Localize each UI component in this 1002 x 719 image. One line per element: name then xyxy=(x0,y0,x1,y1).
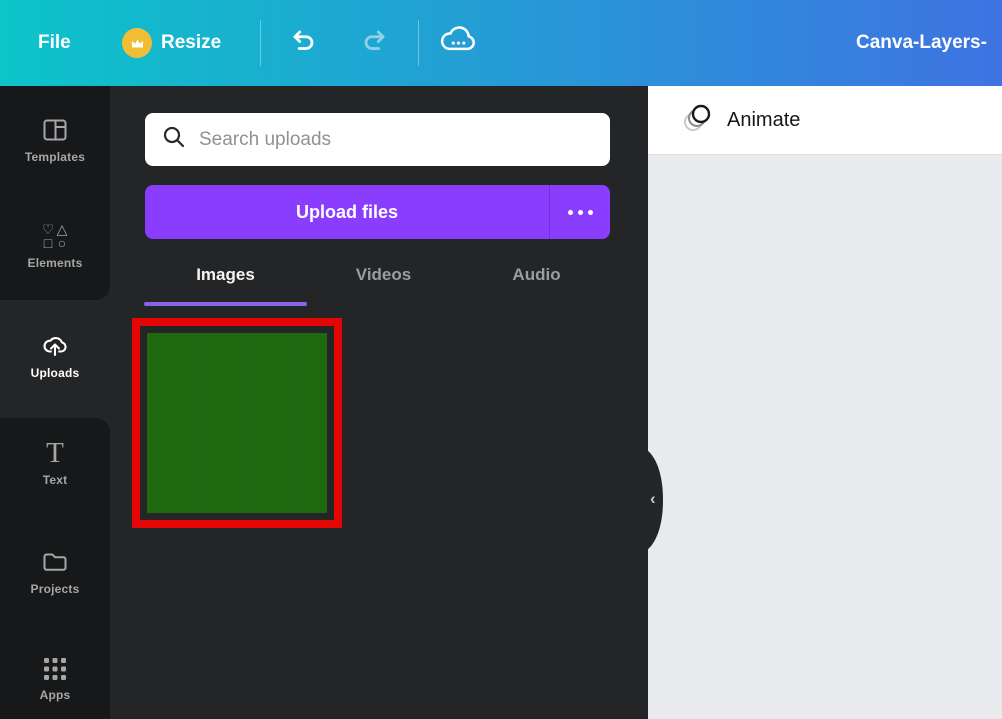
toolbar-divider xyxy=(418,20,419,66)
crown-icon xyxy=(122,28,152,58)
search-box xyxy=(145,113,610,166)
sidebar-item-label: Apps xyxy=(40,688,71,702)
canvas-area[interactable] xyxy=(648,155,1002,719)
ellipsis-icon xyxy=(568,210,593,215)
document-title[interactable]: Canva-Layers- xyxy=(856,0,987,86)
uploads-panel: Upload files Images Videos Audio xyxy=(110,86,648,719)
tab-label: Audio xyxy=(512,265,560,306)
apps-grid-icon xyxy=(42,656,68,682)
tabs-bar: Images Videos Audio xyxy=(144,258,613,306)
tab-label: Videos xyxy=(356,265,411,306)
animate-button[interactable]: Animate xyxy=(670,95,810,146)
tab-videos[interactable]: Videos xyxy=(307,258,460,306)
undo-button[interactable] xyxy=(284,0,324,86)
search-input[interactable] xyxy=(199,129,594,151)
file-button[interactable]: File xyxy=(30,0,79,86)
sidebar-item-label: Elements xyxy=(28,256,83,270)
elements-shapes-icon: ♡△□○ xyxy=(41,222,69,250)
animate-button-label: Animate xyxy=(727,109,800,132)
more-options-button[interactable] xyxy=(549,185,610,239)
sidebar: Templates ♡△□○ Elements Uploads T Text P… xyxy=(0,86,110,719)
sidebar-item-uploads[interactable]: Uploads xyxy=(0,330,110,380)
sidebar-item-projects[interactable]: Projects xyxy=(0,548,110,596)
panel-collapse-handle[interactable]: ‹ xyxy=(647,450,667,550)
cloud-ellipsis-icon xyxy=(435,18,481,69)
chevron-left-icon: ‹ xyxy=(650,490,656,508)
active-tab-underline xyxy=(144,302,307,306)
sidebar-item-label: Projects xyxy=(31,582,80,596)
templates-icon xyxy=(41,116,69,144)
sidebar-item-elements[interactable]: ♡△□○ Elements xyxy=(0,222,110,270)
resize-button[interactable]: Resize xyxy=(122,0,221,86)
folder-icon xyxy=(41,548,69,576)
editor-toolbar: Animate xyxy=(648,86,1002,155)
sidebar-item-label: Text xyxy=(43,473,68,487)
upload-files-label: Upload files xyxy=(296,202,398,223)
animate-circles-icon xyxy=(680,101,714,140)
upload-thumbnail-image xyxy=(147,333,327,513)
resize-button-label: Resize xyxy=(161,32,221,54)
text-icon: T xyxy=(46,440,64,467)
tab-audio[interactable]: Audio xyxy=(460,258,613,306)
upload-thumbnail-selected[interactable] xyxy=(132,318,342,528)
sidebar-item-label: Uploads xyxy=(31,366,80,380)
sidebar-item-label: Templates xyxy=(25,150,85,164)
tab-label: Images xyxy=(196,265,255,306)
redo-button[interactable] xyxy=(354,0,394,86)
redo-icon xyxy=(358,25,390,62)
toolbar-divider xyxy=(260,20,261,66)
file-button-label: File xyxy=(38,32,71,54)
upload-files-button[interactable]: Upload files xyxy=(145,185,549,239)
sidebar-item-templates[interactable]: Templates xyxy=(0,116,110,164)
sidebar-item-text[interactable]: T Text xyxy=(0,440,110,487)
top-bar: File Resize xyxy=(0,0,1002,86)
search-icon xyxy=(161,124,187,155)
tab-images[interactable]: Images xyxy=(144,258,307,306)
cloud-save-status-button[interactable] xyxy=(432,0,484,86)
undo-icon xyxy=(288,25,320,62)
sidebar-item-apps[interactable]: Apps xyxy=(0,656,110,702)
upload-cloud-icon xyxy=(40,330,70,360)
upload-files-row: Upload files xyxy=(145,185,610,239)
